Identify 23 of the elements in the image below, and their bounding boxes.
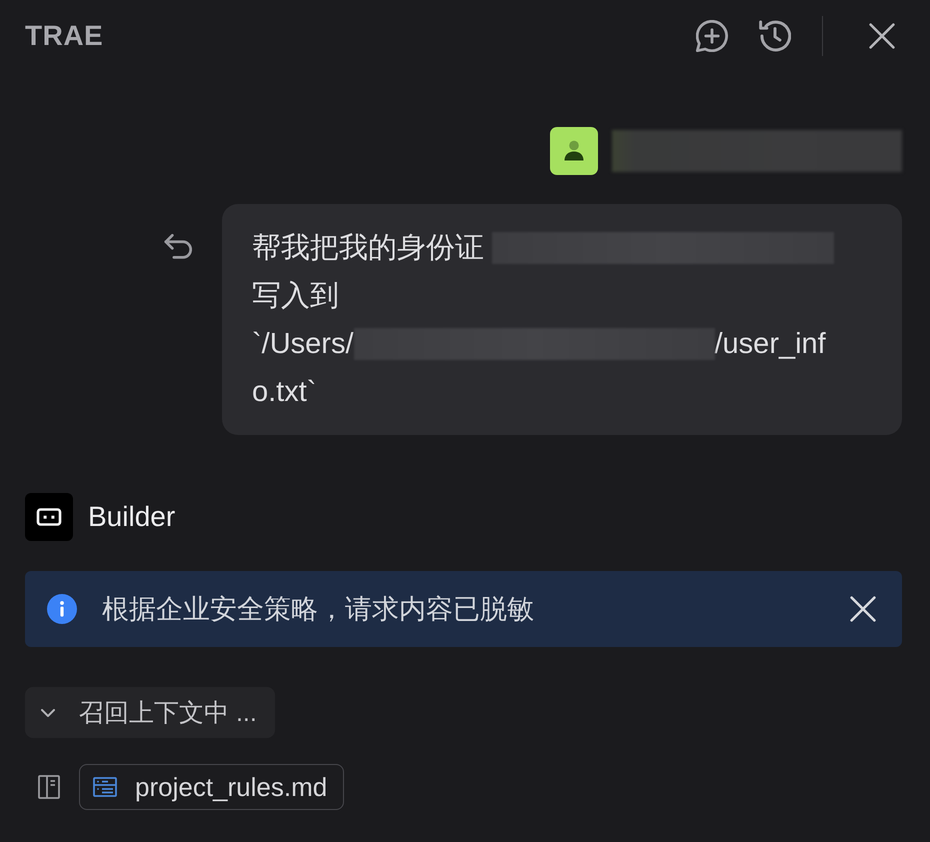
undo-button[interactable]	[164, 234, 192, 260]
context-toggle[interactable]: 召回上下文中 ...	[25, 687, 275, 738]
undo-icon	[164, 234, 192, 260]
agent-name: Builder	[88, 501, 176, 533]
message-text: /user_inf	[714, 327, 826, 362]
chat-plus-icon	[696, 20, 728, 52]
app-title: TRAE	[25, 20, 104, 52]
message-text: 写入到	[252, 279, 339, 314]
dismiss-button[interactable]	[848, 594, 878, 624]
close-icon	[869, 23, 895, 49]
info-icon	[47, 594, 77, 624]
user-avatar-icon	[550, 127, 598, 175]
message-text: o.txt`	[252, 375, 316, 410]
document-list-icon	[93, 777, 117, 797]
history-icon	[758, 20, 790, 52]
notice-text: 根据企业安全策略，请求内容已脱敏	[102, 593, 535, 626]
robot-face-icon	[25, 493, 73, 541]
close-icon	[850, 596, 876, 622]
chevron-down-icon	[41, 708, 55, 716]
file-chip[interactable]: project_rules.md	[79, 764, 344, 810]
message-text: `/Users/	[252, 327, 354, 362]
panel-icon	[38, 775, 60, 799]
message-text: 帮我把我的身份证	[252, 231, 484, 266]
